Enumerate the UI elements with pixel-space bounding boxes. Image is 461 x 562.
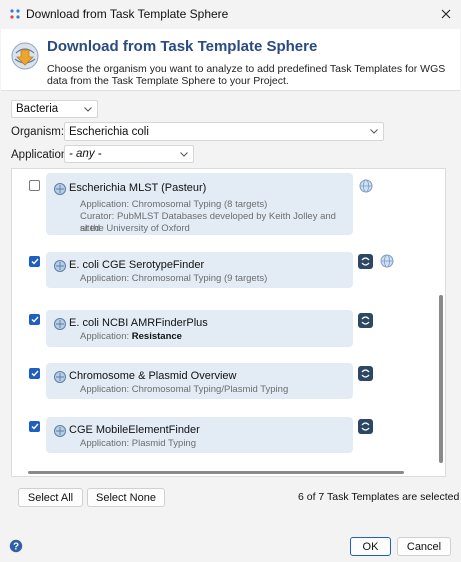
template-title: E. coli NCBI AMRFinderPlus	[69, 317, 208, 329]
svg-text:?: ?	[13, 542, 19, 553]
template-curator-2: at the University of Oxford	[80, 223, 190, 234]
application-value: Resistance	[131, 331, 182, 342]
sync-icon	[361, 257, 370, 266]
online-globe-icon[interactable]	[359, 179, 373, 193]
app-dots-icon	[10, 9, 20, 19]
application-label: Application:	[11, 149, 71, 161]
online-globe-icon[interactable]	[380, 254, 394, 268]
template-checkbox[interactable]	[29, 421, 40, 432]
category-value: Bacteria	[16, 103, 59, 115]
template-icon	[54, 183, 66, 195]
template-card[interactable]: E. coli CGE SerotypeFinder Application: …	[46, 252, 353, 288]
template-title: E. coli CGE SerotypeFinder	[69, 259, 205, 271]
vertical-scrollbar[interactable]	[439, 295, 443, 463]
template-card[interactable]: E. coli NCBI AMRFinderPlus Application: …	[46, 310, 353, 347]
sync-icon	[361, 422, 370, 431]
template-title: CGE MobileElementFinder	[69, 424, 200, 436]
template-application: Application: Chromosomal Typing (9 targe…	[80, 273, 268, 284]
template-icon	[54, 260, 66, 272]
cancel-button[interactable]: Cancel	[397, 537, 451, 556]
close-icon	[441, 9, 451, 19]
template-checkbox[interactable]	[29, 256, 40, 267]
chevron-down-icon	[370, 129, 378, 134]
horizontal-scrollbar[interactable]	[28, 471, 404, 474]
downloaded-badge	[358, 254, 373, 269]
template-title: Escherichia MLST (Pasteur)	[69, 182, 207, 194]
application-value: - any -	[69, 148, 102, 160]
template-application: Application: Chromosomal Typing/Plasmid …	[80, 384, 289, 395]
organism-label: Organism:	[11, 126, 65, 138]
downloaded-badge	[358, 313, 373, 328]
template-checkbox[interactable]	[29, 314, 40, 325]
application-prefix: Application:	[80, 331, 132, 342]
chevron-down-icon	[84, 106, 92, 112]
application-dropdown[interactable]: - any -	[64, 145, 194, 163]
select-all-button[interactable]: Select All	[18, 488, 83, 507]
downloaded-badge	[358, 419, 373, 434]
sync-icon	[361, 316, 370, 325]
template-application: Application: Resistance	[80, 331, 182, 343]
ok-button[interactable]: OK	[350, 537, 391, 556]
download-sphere-icon	[11, 42, 39, 70]
header-description: Choose the organism you want to analyze …	[47, 63, 446, 87]
downloaded-badge	[358, 366, 373, 381]
template-card[interactable]: Escherichia MLST (Pasteur) Application: …	[46, 173, 353, 235]
template-icon	[54, 371, 66, 383]
close-button[interactable]	[432, 1, 460, 27]
dialog-header: Download from Task Template Sphere Choos…	[1, 29, 460, 91]
template-checkbox[interactable]	[29, 368, 40, 379]
organism-dropdown[interactable]: Escherichia coli	[64, 122, 384, 141]
checkmark-icon	[31, 423, 39, 430]
checkmark-icon	[31, 316, 39, 323]
template-card[interactable]: CGE MobileElementFinder Application: Pla…	[46, 417, 353, 453]
template-list[interactable]: Escherichia MLST (Pasteur) Application: …	[11, 168, 446, 477]
chevron-down-icon	[180, 151, 188, 157]
sync-icon	[361, 369, 370, 378]
help-icon[interactable]: ?	[9, 539, 23, 553]
template-card[interactable]: Chromosome & Plasmid Overview Applicatio…	[46, 363, 353, 399]
window-title: Download from Task Template Sphere	[26, 7, 229, 21]
header-title: Download from Task Template Sphere	[47, 38, 318, 55]
template-title: Chromosome & Plasmid Overview	[69, 370, 237, 382]
category-dropdown[interactable]: Bacteria	[11, 100, 98, 118]
template-checkbox[interactable]	[29, 180, 40, 191]
select-none-button[interactable]: Select None	[87, 488, 165, 507]
template-application: Application: Chromosomal Typing (8 targe…	[80, 199, 268, 210]
template-application: Application: Plasmid Typing	[80, 438, 196, 449]
checkmark-icon	[31, 370, 39, 377]
organism-value: Escherichia coli	[69, 125, 149, 138]
selection-status: 6 of 7 Task Templates are selected	[298, 491, 460, 503]
template-icon	[54, 318, 66, 330]
checkmark-icon	[31, 258, 39, 265]
template-icon	[54, 425, 66, 437]
